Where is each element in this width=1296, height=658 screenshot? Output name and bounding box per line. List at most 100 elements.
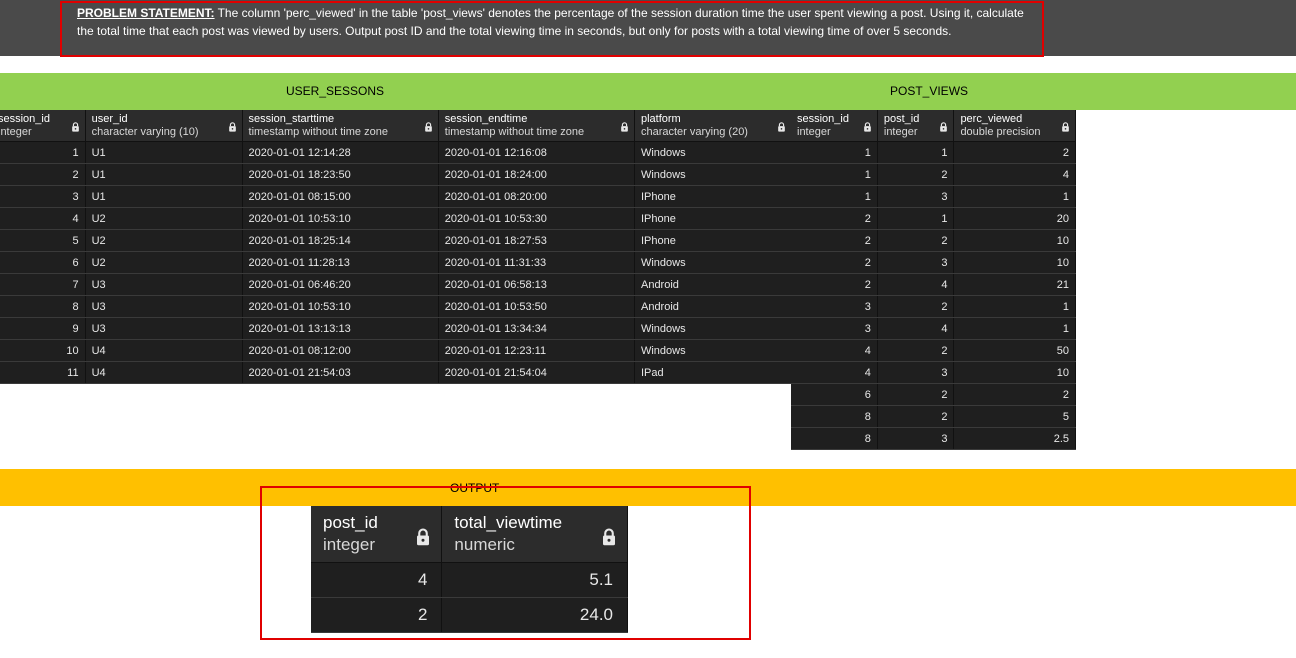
table-cell[interactable]: 10 bbox=[0, 339, 86, 362]
table-cell[interactable]: 3 bbox=[791, 317, 878, 340]
table-cell[interactable]: 2020-01-01 13:13:13 bbox=[242, 317, 439, 340]
table-cell[interactable]: 5 bbox=[0, 229, 86, 252]
table-cell[interactable]: 2020-01-01 18:25:14 bbox=[242, 229, 439, 252]
table-cell[interactable]: 5 bbox=[953, 405, 1076, 428]
table-cell[interactable]: 8 bbox=[791, 405, 878, 428]
column-header[interactable]: perc_viewed double precision bbox=[953, 110, 1076, 142]
table-cell[interactable]: 1 bbox=[0, 141, 86, 164]
table-cell[interactable]: U3 bbox=[85, 295, 243, 318]
table-cell[interactable]: 6 bbox=[0, 251, 86, 274]
table-cell[interactable]: 2 bbox=[791, 251, 878, 274]
table-cell[interactable]: U1 bbox=[85, 185, 243, 208]
table-cell[interactable]: IPhone bbox=[634, 185, 793, 208]
table-cell[interactable]: 2020-01-01 08:12:00 bbox=[242, 339, 439, 362]
table-cell[interactable]: 2020-01-01 18:27:53 bbox=[438, 229, 635, 252]
table-cell[interactable]: Windows bbox=[634, 251, 793, 274]
table-cell[interactable]: 2020-01-01 11:31:33 bbox=[438, 251, 635, 274]
table-cell[interactable]: 1 bbox=[791, 141, 878, 164]
table-cell[interactable]: 3 bbox=[877, 427, 955, 450]
table-cell[interactable]: 4 bbox=[877, 273, 955, 296]
table-cell[interactable]: 2 bbox=[953, 383, 1076, 406]
table-cell[interactable]: Windows bbox=[634, 317, 793, 340]
table-cell[interactable]: 3 bbox=[877, 185, 955, 208]
table-cell[interactable]: U2 bbox=[85, 229, 243, 252]
table-cell[interactable]: U2 bbox=[85, 207, 243, 230]
table-cell[interactable]: IPhone bbox=[634, 229, 793, 252]
table-cell[interactable]: 2020-01-01 11:28:13 bbox=[242, 251, 439, 274]
table-cell[interactable]: 2 bbox=[877, 295, 955, 318]
table-cell[interactable]: 2 bbox=[877, 339, 955, 362]
table-cell[interactable]: 3 bbox=[791, 295, 878, 318]
table-cell[interactable]: 1 bbox=[953, 317, 1076, 340]
table-cell[interactable]: 2020-01-01 18:24:00 bbox=[438, 163, 635, 186]
table-cell[interactable]: 1 bbox=[877, 141, 955, 164]
table-cell[interactable]: 2020-01-01 10:53:10 bbox=[242, 295, 439, 318]
table-cell[interactable]: 2 bbox=[791, 229, 878, 252]
table-cell[interactable]: IPhone bbox=[634, 207, 793, 230]
table-cell[interactable]: Windows bbox=[634, 141, 793, 164]
table-cell[interactable]: 1 bbox=[791, 163, 878, 186]
table-cell[interactable]: 2020-01-01 21:54:04 bbox=[438, 361, 635, 384]
table-cell[interactable]: U1 bbox=[85, 141, 243, 164]
table-cell[interactable]: 1 bbox=[953, 185, 1076, 208]
table-cell[interactable]: 20 bbox=[953, 207, 1076, 230]
table-cell[interactable]: 2020-01-01 13:34:34 bbox=[438, 317, 635, 340]
table-cell[interactable]: U4 bbox=[85, 339, 243, 362]
table-cell[interactable]: U3 bbox=[85, 273, 243, 296]
table-cell[interactable]: 4 bbox=[791, 361, 878, 384]
table-cell[interactable]: 21 bbox=[953, 273, 1076, 296]
table-cell[interactable]: U1 bbox=[85, 163, 243, 186]
table-cell[interactable]: IPad bbox=[634, 361, 793, 384]
table-cell[interactable]: 2 bbox=[0, 163, 86, 186]
table-cell[interactable]: 4 bbox=[791, 339, 878, 362]
column-header[interactable]: user_id character varying (10) bbox=[85, 110, 243, 142]
table-cell[interactable]: 8 bbox=[791, 427, 878, 450]
table-cell[interactable]: Android bbox=[634, 273, 793, 296]
table-cell[interactable]: 10 bbox=[953, 251, 1076, 274]
table-cell[interactable]: 4 bbox=[0, 207, 86, 230]
table-cell[interactable]: 2020-01-01 06:58:13 bbox=[438, 273, 635, 296]
table-cell[interactable]: 3 bbox=[877, 251, 955, 274]
table-cell[interactable]: Android bbox=[634, 295, 793, 318]
table-cell[interactable]: U4 bbox=[85, 361, 243, 384]
table-cell[interactable]: 2 bbox=[877, 405, 955, 428]
table-cell[interactable]: 2020-01-01 06:46:20 bbox=[242, 273, 439, 296]
table-cell[interactable]: 2 bbox=[953, 141, 1076, 164]
table-cell[interactable]: 10 bbox=[953, 229, 1076, 252]
table-cell[interactable]: 2 bbox=[877, 383, 955, 406]
table-cell[interactable]: 1 bbox=[953, 295, 1076, 318]
column-header[interactable]: session_endtime timestamp without time zo… bbox=[438, 110, 635, 142]
table-cell[interactable]: 2020-01-01 12:16:08 bbox=[438, 141, 635, 164]
table-cell[interactable]: 6 bbox=[791, 383, 878, 406]
table-cell[interactable]: 2020-01-01 10:53:50 bbox=[438, 295, 635, 318]
table-cell[interactable]: 3 bbox=[0, 185, 86, 208]
table-cell[interactable]: 2 bbox=[791, 273, 878, 296]
table-cell[interactable]: 2020-01-01 10:53:30 bbox=[438, 207, 635, 230]
table-cell[interactable]: 8 bbox=[0, 295, 86, 318]
column-header[interactable]: platform character varying (20) bbox=[634, 110, 793, 142]
table-cell[interactable]: 10 bbox=[953, 361, 1076, 384]
table-cell[interactable]: 2020-01-01 10:53:10 bbox=[242, 207, 439, 230]
table-cell[interactable]: 2020-01-01 08:15:00 bbox=[242, 185, 439, 208]
table-cell[interactable]: 7 bbox=[0, 273, 86, 296]
table-cell[interactable]: 2.5 bbox=[953, 427, 1076, 450]
table-cell[interactable]: 1 bbox=[791, 185, 878, 208]
table-cell[interactable]: 3 bbox=[877, 361, 955, 384]
table-cell[interactable]: 2020-01-01 12:23:11 bbox=[438, 339, 635, 362]
table-cell[interactable]: 1 bbox=[877, 207, 955, 230]
table-cell[interactable]: U2 bbox=[85, 251, 243, 274]
table-cell[interactable]: 2 bbox=[877, 229, 955, 252]
table-cell[interactable]: U3 bbox=[85, 317, 243, 340]
table-cell[interactable]: 2 bbox=[791, 207, 878, 230]
table-cell[interactable]: 2020-01-01 08:20:00 bbox=[438, 185, 635, 208]
column-header[interactable]: session_starttime timestamp without time … bbox=[242, 110, 439, 142]
table-cell[interactable]: 4 bbox=[953, 163, 1076, 186]
column-header[interactable]: session_id integer bbox=[0, 110, 86, 142]
table-cell[interactable]: 9 bbox=[0, 317, 86, 340]
table-cell[interactable]: 11 bbox=[0, 361, 86, 384]
table-cell[interactable]: 2020-01-01 12:14:28 bbox=[242, 141, 439, 164]
table-cell[interactable]: 2 bbox=[877, 163, 955, 186]
column-header[interactable]: session_id integer bbox=[791, 110, 878, 142]
table-cell[interactable]: 2020-01-01 21:54:03 bbox=[242, 361, 439, 384]
table-cell[interactable]: Windows bbox=[634, 339, 793, 362]
